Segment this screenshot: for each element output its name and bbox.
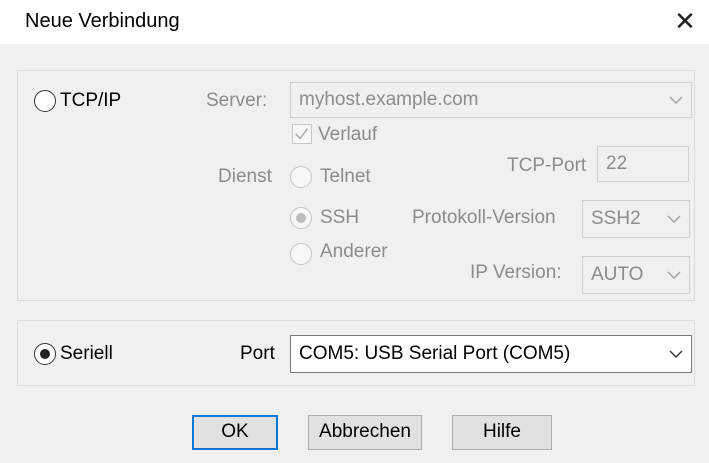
server-label: Server: (206, 90, 268, 111)
chevron-down-icon[interactable] (665, 83, 687, 117)
tcp-port-field[interactable]: 22 (597, 146, 689, 182)
tcp-port-value: 22 (606, 153, 628, 174)
close-icon[interactable]: ✕ (668, 4, 702, 38)
chevron-down-icon[interactable] (663, 257, 685, 293)
protocol-version-value: SSH2 (591, 208, 641, 229)
telnet-radio[interactable] (290, 166, 312, 188)
port-value: COM5: USB Serial Port (COM5) (299, 343, 571, 364)
ssh-radio[interactable] (290, 207, 312, 229)
serial-radio[interactable] (34, 343, 56, 365)
other-label: Anderer (320, 241, 388, 262)
other-radio[interactable] (290, 243, 312, 265)
service-label: Dienst (218, 166, 272, 187)
server-value: myhost.example.com (299, 89, 479, 110)
serial-label[interactable]: Seriell (60, 343, 113, 365)
help-button[interactable]: Hilfe (452, 415, 552, 450)
window-title: Neue Verbindung (25, 10, 180, 32)
chevron-down-icon[interactable] (665, 336, 687, 372)
ip-version-value: AUTO (591, 264, 644, 285)
protocol-version-label: Protokoll-Version (412, 207, 556, 228)
port-combobox[interactable]: COM5: USB Serial Port (COM5) (290, 335, 692, 373)
title-bar: Neue Verbindung ✕ (0, 0, 709, 44)
ok-button[interactable]: OK (192, 415, 278, 450)
protocol-version-combobox[interactable]: SSH2 (582, 200, 690, 238)
telnet-label: Telnet (320, 166, 371, 187)
history-checkbox[interactable] (292, 124, 312, 144)
server-combobox[interactable]: myhost.example.com (290, 82, 692, 118)
tcpip-radio[interactable] (34, 90, 56, 112)
cancel-button[interactable]: Abbrechen (308, 415, 422, 450)
ip-version-combobox[interactable]: AUTO (582, 256, 690, 294)
chevron-down-icon[interactable] (663, 201, 685, 237)
port-label: Port (240, 343, 275, 364)
ip-version-label: IP Version: (470, 262, 562, 283)
history-label: Verlauf (318, 124, 378, 145)
tcp-port-label: TCP-Port (507, 155, 587, 176)
tcpip-label[interactable]: TCP/IP (60, 90, 121, 112)
ssh-label: SSH (320, 207, 360, 228)
